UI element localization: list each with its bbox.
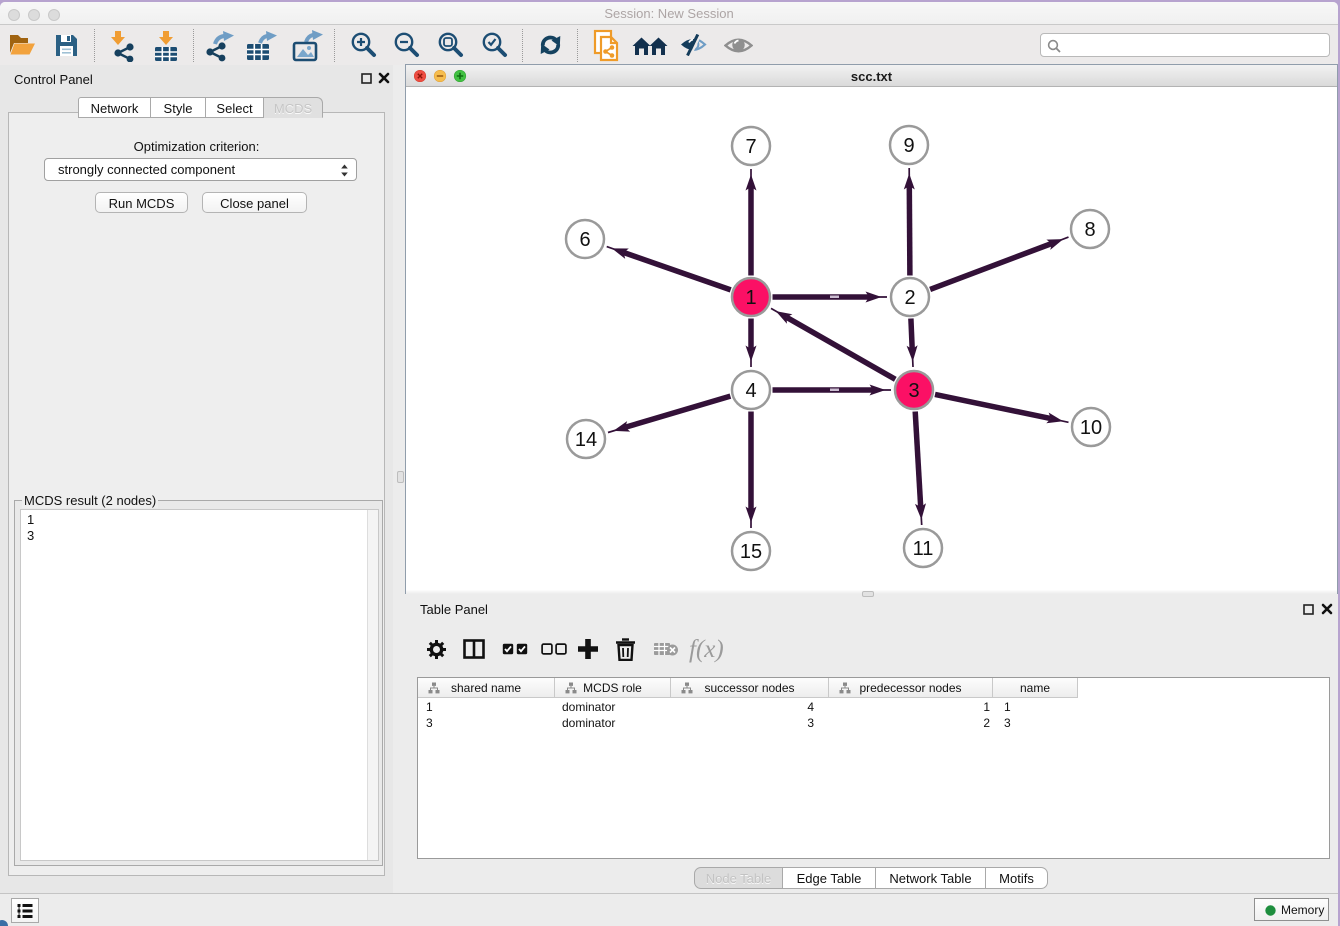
svg-text:8: 8 (1084, 219, 1095, 241)
svg-text:11: 11 (913, 538, 934, 560)
svg-text:9: 9 (903, 135, 914, 157)
svg-text:3: 3 (908, 380, 919, 402)
svg-text:7: 7 (745, 136, 756, 158)
svg-text:2: 2 (904, 287, 915, 309)
svg-text:15: 15 (740, 541, 762, 563)
svg-text:1: 1 (745, 287, 756, 309)
svg-text:14: 14 (575, 429, 597, 451)
svg-text:6: 6 (579, 229, 590, 251)
svg-text:10: 10 (1080, 417, 1102, 439)
svg-text:4: 4 (745, 380, 756, 402)
